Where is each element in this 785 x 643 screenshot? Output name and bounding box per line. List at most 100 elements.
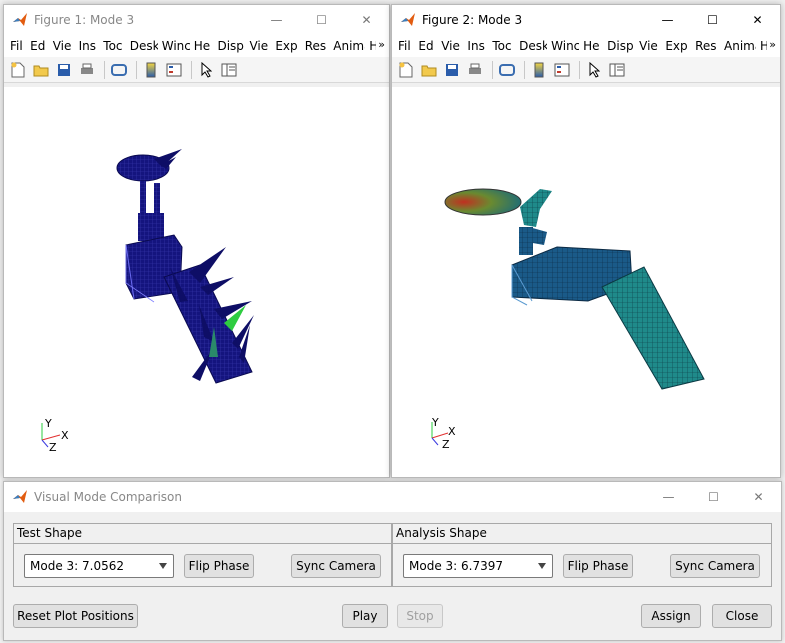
menu-desktop[interactable]: Desk xyxy=(515,39,547,53)
chevron-more-icon[interactable]: » xyxy=(767,38,776,51)
axis-label-z: Z xyxy=(442,438,450,451)
save-icon[interactable] xyxy=(54,60,74,80)
figure2-toolbar xyxy=(392,57,780,83)
matlab-icon xyxy=(13,490,27,503)
figure1-title: Figure 1: Mode 3 xyxy=(34,13,135,27)
analysis-flip-phase-button[interactable]: Flip Phase xyxy=(563,554,633,578)
menu-view[interactable]: Vie xyxy=(437,39,463,53)
figure1-toolbar xyxy=(4,57,389,83)
analysis-shape-panel: Analysis Shape Mode 3: 6.7397 Flip Phase… xyxy=(392,523,772,587)
menu-tools[interactable]: Toc xyxy=(99,39,125,53)
figure1-axes[interactable]: Y X Z xyxy=(4,87,389,477)
menu-animation[interactable]: Anima xyxy=(329,39,365,53)
axis-label-y: Y xyxy=(45,417,52,430)
menu-help[interactable]: He xyxy=(190,39,214,53)
property-editor-icon[interactable] xyxy=(607,60,627,80)
minimize-icon[interactable]: — xyxy=(646,482,691,512)
matlab-icon xyxy=(401,13,415,26)
close-icon[interactable]: ✕ xyxy=(344,5,389,35)
menu-view2[interactable]: Vie xyxy=(245,39,271,53)
colorbar-icon[interactable] xyxy=(529,60,549,80)
analysis-mode-value: Mode 3: 6.7397 xyxy=(409,559,503,573)
figure2-window: Figure 2: Mode 3 — ☐ ✕ Fil Ed Vie Ins To… xyxy=(391,4,781,478)
mode-shape-plot-analysis xyxy=(431,188,705,446)
assign-button[interactable]: Assign xyxy=(641,604,701,628)
print-icon[interactable] xyxy=(77,60,97,80)
maximize-icon[interactable]: ☐ xyxy=(691,482,736,512)
menu-help[interactable]: He xyxy=(579,39,603,53)
chevron-more-icon[interactable]: » xyxy=(376,38,385,51)
axis-label-z: Z xyxy=(49,441,57,454)
mode-shape-plot-test xyxy=(41,149,254,448)
menu-window[interactable]: Winc xyxy=(158,39,190,53)
menu-results[interactable]: Res xyxy=(301,39,330,53)
new-file-icon[interactable] xyxy=(8,60,28,80)
analysis-mode-select[interactable]: Mode 3: 6.7397 xyxy=(403,554,553,578)
figure1-menubar: Fil Ed Vie Ins Toc Desk Winc He Disp Vie… xyxy=(4,35,389,57)
axis-label-x: X xyxy=(61,429,69,442)
matlab-icon xyxy=(13,13,27,26)
menu-tools[interactable]: Toc xyxy=(488,39,515,53)
menu-display[interactable]: Disp xyxy=(603,39,635,53)
test-flip-phase-button[interactable]: Flip Phase xyxy=(184,554,254,578)
analysis-sync-camera-button[interactable]: Sync Camera xyxy=(670,554,760,578)
close-icon[interactable]: ✕ xyxy=(736,482,781,512)
menu-desktop[interactable]: Desk xyxy=(126,39,158,53)
comparison-titlebar[interactable]: Visual Mode Comparison — ☐ ✕ xyxy=(4,482,781,512)
link-icon[interactable] xyxy=(109,60,129,80)
menu-animation[interactable]: Anima xyxy=(720,39,756,53)
test-mode-value: Mode 3: 7.0562 xyxy=(30,559,124,573)
menu-results[interactable]: Res xyxy=(691,39,720,53)
menu-file[interactable]: Fil xyxy=(394,39,414,53)
maximize-icon[interactable]: ☐ xyxy=(299,5,344,35)
figure1-titlebar[interactable]: Figure 1: Mode 3 — ☐ ✕ xyxy=(4,5,389,35)
open-folder-icon[interactable] xyxy=(419,60,439,80)
print-icon[interactable] xyxy=(465,60,485,80)
link-icon[interactable] xyxy=(497,60,517,80)
close-button[interactable]: Close xyxy=(712,604,772,628)
test-mode-select[interactable]: Mode 3: 7.0562 xyxy=(24,554,174,578)
menu-edit[interactable]: Ed xyxy=(26,39,49,53)
pointer-icon[interactable] xyxy=(196,60,216,80)
stop-button[interactable]: Stop xyxy=(397,604,443,628)
chevron-down-icon xyxy=(159,563,167,569)
menu-insert[interactable]: Ins xyxy=(75,39,100,53)
play-button[interactable]: Play xyxy=(342,604,388,628)
chevron-down-icon xyxy=(538,563,546,569)
property-editor-icon[interactable] xyxy=(219,60,239,80)
reset-plot-positions-button[interactable]: Reset Plot Positions xyxy=(13,604,138,628)
figure2-axes[interactable]: Y X Z xyxy=(392,87,780,477)
test-sync-camera-button[interactable]: Sync Camera xyxy=(291,554,381,578)
menu-display[interactable]: Disp xyxy=(213,39,245,53)
comparison-window: Visual Mode Comparison — ☐ ✕ Test Shape … xyxy=(3,481,782,641)
figure1-window: Figure 1: Mode 3 — ☐ ✕ Fil Ed Vie Ins To… xyxy=(3,4,390,478)
axis-label-x: X xyxy=(448,425,456,438)
menu-window[interactable]: Winc xyxy=(547,39,579,53)
figure2-title: Figure 2: Mode 3 xyxy=(422,13,523,27)
figure2-titlebar[interactable]: Figure 2: Mode 3 — ☐ ✕ xyxy=(392,5,780,35)
comparison-title: Visual Mode Comparison xyxy=(34,490,182,504)
pointer-icon[interactable] xyxy=(584,60,604,80)
menu-file[interactable]: Fil xyxy=(6,39,26,53)
menu-edit[interactable]: Ed xyxy=(414,39,437,53)
test-shape-panel: Test Shape Mode 3: 7.0562 Flip Phase Syn… xyxy=(13,523,392,587)
test-shape-title: Test Shape xyxy=(17,526,83,540)
close-icon[interactable]: ✕ xyxy=(735,5,780,35)
menu-export[interactable]: Exp xyxy=(661,39,691,53)
maximize-icon[interactable]: ☐ xyxy=(690,5,735,35)
menu-export[interactable]: Exp xyxy=(271,39,300,53)
menu-insert[interactable]: Ins xyxy=(463,39,488,53)
menu-view[interactable]: Vie xyxy=(49,39,75,53)
axis-label-y: Y xyxy=(432,416,439,429)
open-folder-icon[interactable] xyxy=(31,60,51,80)
minimize-icon[interactable]: — xyxy=(254,5,299,35)
save-icon[interactable] xyxy=(442,60,462,80)
legend-icon[interactable] xyxy=(552,60,572,80)
menu-view2[interactable]: Vie xyxy=(635,39,661,53)
legend-icon[interactable] xyxy=(164,60,184,80)
figure2-menubar: Fil Ed Vie Ins Toc Desk Winc He Disp Vie… xyxy=(392,35,780,57)
minimize-icon[interactable]: — xyxy=(645,5,690,35)
new-file-icon[interactable] xyxy=(396,60,416,80)
analysis-shape-title: Analysis Shape xyxy=(396,526,487,540)
colorbar-icon[interactable] xyxy=(141,60,161,80)
